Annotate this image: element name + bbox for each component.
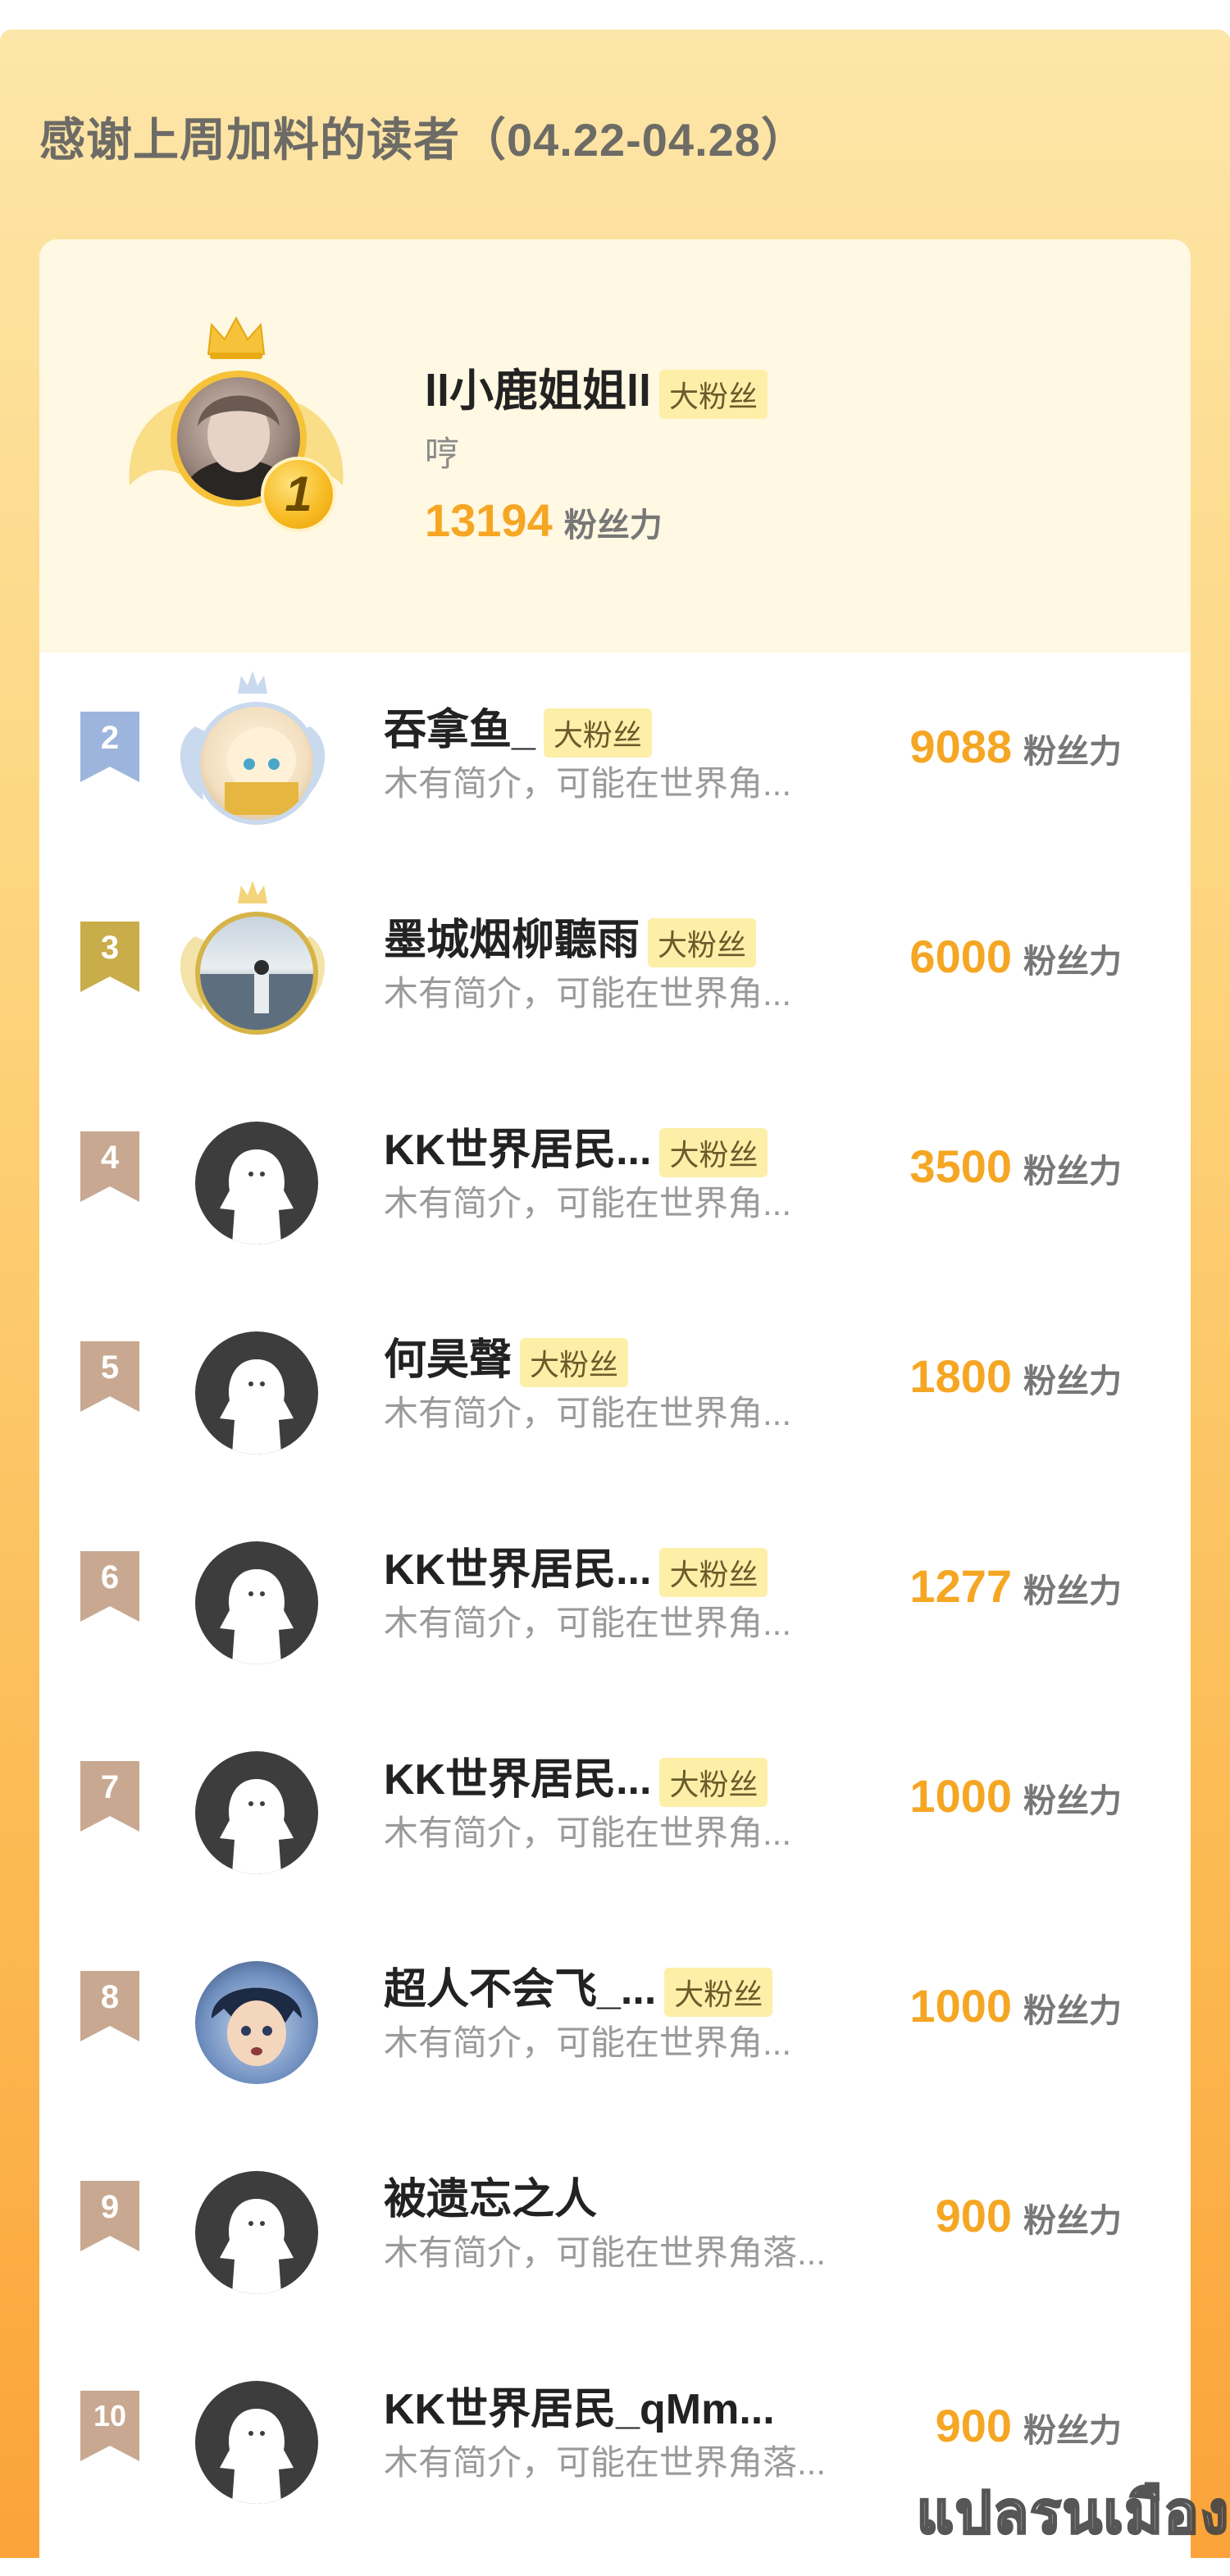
- fan-score: 1000 粉丝力: [909, 1980, 1122, 2032]
- fan-score: 9088 粉丝力: [909, 721, 1122, 772]
- fan-name[interactable]: KK世界居民_qMm...: [384, 2374, 775, 2436]
- fan-name[interactable]: 被遗忘之人: [384, 2164, 597, 2226]
- fan-row-9[interactable]: 9 被遗忘之人 木有简介，可能在世界角落... 900 粉丝力: [39, 2122, 1191, 2332]
- top-fan-section[interactable]: 1 ll小鹿姐姐ll 大粉丝 哼 13194 粉丝力: [39, 239, 1191, 653]
- avatar-frame[interactable]: [162, 879, 343, 1059]
- fan-bio: 木有简介，可能在世界角...: [384, 974, 792, 1013]
- top-fan-avatar-frame[interactable]: 1: [97, 313, 359, 576]
- page-title: 感谢上周加料的读者（04.22-04.28）: [39, 114, 808, 166]
- avatar-frame[interactable]: [162, 1089, 343, 1269]
- avatar-frame[interactable]: [162, 2138, 343, 2319]
- lake-photo-avatar: [195, 912, 318, 1035]
- fan-badge: 大粉丝: [659, 1758, 768, 1808]
- fan-row-8[interactable]: 8 超人不会飞_... 大粉丝 木有简介，可能在世界角... 1000 粉丝力: [39, 1912, 1191, 2122]
- fan-score: 1800 粉丝力: [909, 1350, 1122, 1402]
- fan-score: 3500 粉丝力: [909, 1140, 1122, 1192]
- rank-1-medal: 1: [261, 457, 336, 532]
- top-fan-bio: 哼: [425, 435, 460, 473]
- default-avatar-icon: [195, 2171, 318, 2294]
- rank-badge: 6: [80, 1551, 139, 1622]
- fan-bio: 木有简介，可能在世界角...: [384, 2023, 792, 2062]
- fan-name[interactable]: KK世界居民... 大粉丝: [384, 1535, 768, 1598]
- fan-row-5[interactable]: 5 何昊聲 大粉丝 木有简介，可能在世界角... 1800 粉丝力: [39, 1282, 1191, 1492]
- fan-badge: 大粉丝: [664, 1968, 773, 2018]
- default-avatar-icon: [195, 1331, 318, 1454]
- rank-badge: 5: [80, 1341, 139, 1412]
- ranking-card: 1 ll小鹿姐姐ll 大粉丝 哼 13194 粉丝力 2 吞拿鱼_ 大粉丝 木有…: [39, 239, 1191, 2576]
- fan-score: 1277 粉丝力: [909, 1560, 1122, 1612]
- default-avatar-icon: [195, 2381, 318, 2504]
- top-fan-name[interactable]: ll小鹿姐姐ll 大粉丝: [425, 354, 768, 419]
- avatar-frame[interactable]: [162, 1509, 343, 1689]
- fan-bio: 木有简介，可能在世界角...: [384, 764, 792, 803]
- fan-score: 900 粉丝力: [935, 2400, 1122, 2451]
- score-unit: 粉丝力: [563, 507, 663, 544]
- avatar-frame[interactable]: [162, 2348, 343, 2528]
- fan-bio: 木有简介，可能在世界角...: [384, 1814, 792, 1852]
- crown-icon: [207, 316, 266, 359]
- fan-score: 6000 粉丝力: [909, 931, 1122, 982]
- fan-name[interactable]: 吞拿鱼_ 大粉丝: [384, 695, 652, 758]
- score-value: 13194: [425, 494, 553, 546]
- fan-row-3[interactable]: 3 墨城烟柳聽雨 大粉丝 木有简介，可能在世界角... 6000 粉丝力: [39, 862, 1191, 1072]
- rank-badge: 4: [80, 1131, 139, 1202]
- rank-badge: 7: [80, 1761, 139, 1832]
- default-avatar-icon: [195, 1751, 318, 1874]
- fan-score: 900 粉丝力: [935, 2190, 1122, 2241]
- fan-badge: 大粉丝: [543, 708, 652, 758]
- avatar-frame[interactable]: [162, 1928, 343, 2109]
- fan-bio: 木有简介，可能在世界角...: [384, 1184, 792, 1222]
- fan-badge: 大粉丝: [659, 1128, 768, 1178]
- anime-boy-avatar: [195, 1961, 318, 2084]
- fan-badge: 大粉丝: [520, 1338, 629, 1388]
- rank-badge: 2: [80, 712, 139, 782]
- fan-badge: 大粉丝: [659, 369, 768, 419]
- avatar-frame[interactable]: [162, 1718, 343, 1899]
- fan-name[interactable]: KK世界居民... 大粉丝: [384, 1115, 768, 1178]
- fan-bio: 木有简介，可能在世界角落...: [384, 2443, 827, 2482]
- fan-badge: 大粉丝: [648, 918, 757, 968]
- watermark: แปลรนเมือง: [915, 2480, 1230, 2546]
- avatar-frame[interactable]: [162, 1299, 343, 1479]
- page-background: 感谢上周加料的读者（04.22-04.28） 1 ll小鹿姐姐ll 大粉丝 哼 …: [0, 30, 1230, 2576]
- fan-name[interactable]: 超人不会飞_... 大粉丝: [384, 1955, 773, 2018]
- avatar-frame[interactable]: [162, 669, 343, 849]
- default-avatar-icon: [195, 1541, 318, 1664]
- fan-row-6[interactable]: 6 KK世界居民... 大粉丝 木有简介，可能在世界角... 1277 粉丝力: [39, 1492, 1191, 1702]
- default-avatar-icon: [195, 1122, 318, 1245]
- rank-badge: 8: [80, 1971, 139, 2041]
- rank-badge: 10: [80, 2391, 139, 2461]
- rank-badge: 3: [80, 922, 139, 992]
- fan-score: 1000 粉丝力: [909, 1770, 1122, 1822]
- fan-name[interactable]: 墨城烟柳聽雨 大粉丝: [384, 905, 757, 968]
- fan-name[interactable]: KK世界居民... 大粉丝: [384, 1745, 768, 1808]
- fan-row-2[interactable]: 2 吞拿鱼_ 大粉丝 木有简介，可能在世界角... 9088 粉丝力: [39, 653, 1191, 862]
- top-fan-name-text[interactable]: ll小鹿姐姐ll: [425, 366, 651, 416]
- anime-girl-avatar: [195, 702, 318, 825]
- top-fan-score: 13194 粉丝力: [425, 494, 663, 547]
- fan-bio: 木有简介，可能在世界角...: [384, 1604, 792, 1642]
- fan-bio: 木有简介，可能在世界角...: [384, 1394, 792, 1432]
- rank-badge: 9: [80, 2181, 139, 2251]
- fan-badge: 大粉丝: [659, 1548, 768, 1598]
- fan-bio: 木有简介，可能在世界角落...: [384, 2233, 827, 2272]
- fan-row-7[interactable]: 7 KK世界居民... 大粉丝 木有简介，可能在世界角... 1000 粉丝力: [39, 1702, 1191, 1912]
- fan-name[interactable]: 何昊聲 大粉丝: [384, 1325, 629, 1388]
- fan-row-4[interactable]: 4 KK世界居民... 大粉丝 木有简介，可能在世界角... 3500 粉丝力: [39, 1072, 1191, 1282]
